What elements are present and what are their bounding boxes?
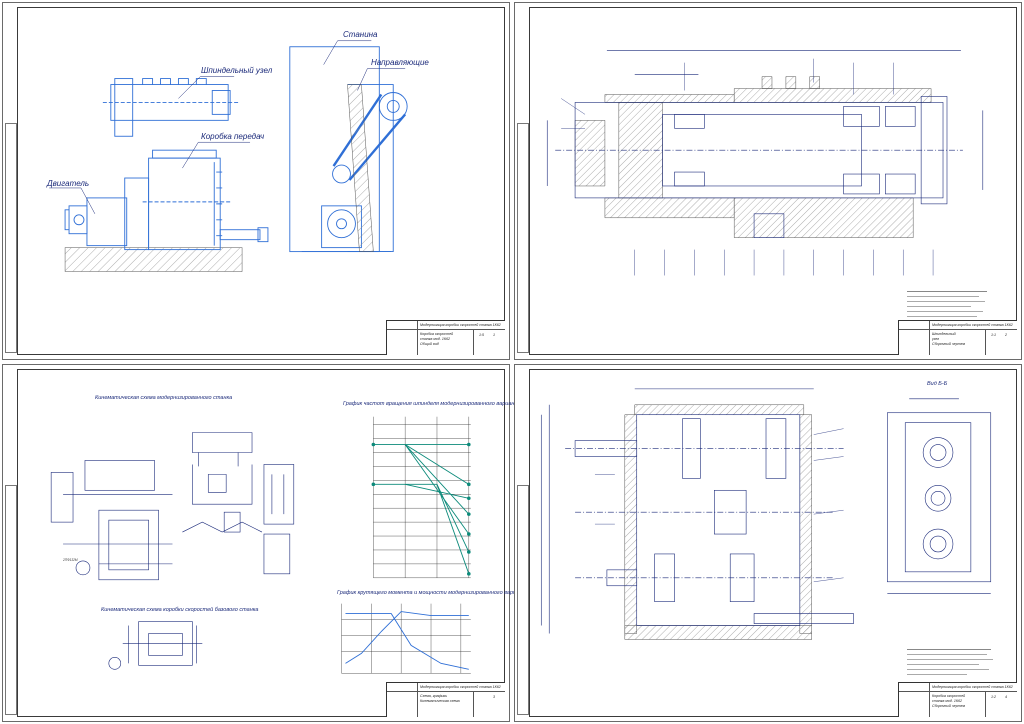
label-guides: Направляющие: [371, 58, 429, 67]
title-block-doc: Модернизация коробки скоростей станка 1К…: [420, 323, 501, 327]
base-scheme-title: Кинематическая схема коробки скоростей б…: [101, 607, 259, 613]
label-motor: Двигатель: [47, 179, 90, 188]
label-bed: Станина: [343, 30, 378, 39]
sheet-side-strip: [5, 123, 17, 353]
kinematics-drawing: [50, 416, 471, 674]
title-block: Модернизация коробки скоростей станка 1К…: [386, 320, 505, 355]
kinematic-scheme-title: Кинематическая схема модернизированного …: [95, 395, 233, 401]
sheet-spindle-unit: Модернизация коробки скоростей станка 1К…: [514, 2, 1022, 360]
torque-graph-title: График крутящего момента и мощности моде…: [337, 590, 530, 596]
title-block-name-3: Сборочный чертеж: [932, 342, 966, 346]
technical-notes: [907, 649, 993, 676]
motor-label: 2ПФ132М: [63, 558, 78, 562]
title-block-name-2: Кинематическая схема: [420, 699, 460, 703]
section-view-label: Вид Б-Б: [927, 381, 948, 387]
title-block-name-2: станка мод. 1К62: [420, 337, 450, 341]
sheet-general-view: Шпиндельный узел Коробка передач Двигате…: [2, 2, 510, 360]
title-block-name-2: узел: [932, 337, 940, 341]
title-block: Модернизация коробки скоростей станка 1К…: [898, 682, 1017, 717]
title-block-scale: 1:1: [991, 333, 996, 337]
speed-graph-title: График частот вращения шпинделя модерниз…: [343, 401, 535, 407]
title-block-name-3: Общий вид: [420, 342, 439, 346]
sheet-side-strip: [5, 485, 17, 715]
technical-notes: [907, 291, 987, 318]
title-block-name-1: Коробка скоростей: [420, 332, 454, 336]
title-block-doc: Модернизация коробки скоростей станка 1К…: [420, 685, 501, 689]
title-block-doc: Модернизация коробки скоростей станка 1К…: [932, 323, 1013, 327]
title-block-sheet: 4: [1005, 695, 1007, 699]
title-block-name-2: станка мод. 1К62: [932, 699, 962, 703]
title-block-sheet: 3: [493, 695, 495, 699]
title-block-name-1: Шпиндельный: [932, 332, 956, 336]
title-block-sheet: 1: [493, 333, 495, 337]
sheet-side-strip: [517, 123, 529, 353]
label-gearbox: Коробка передач: [201, 132, 265, 141]
title-block-sheet: 2: [1005, 333, 1007, 337]
title-block-name-1: Коробка скоростей: [932, 694, 966, 698]
title-block: Модернизация коробки скоростей станка 1К…: [898, 320, 1017, 355]
sheet-side-strip: [517, 485, 529, 715]
label-spindle-unit: Шпиндельный узел: [201, 66, 273, 75]
title-block-scale: 1:5: [479, 333, 484, 337]
title-block-doc: Модернизация коробки скоростей станка 1К…: [932, 685, 1013, 689]
sheet-gearbox-assembly: Вид Б-Б Модернизация коробки скоростей с…: [514, 364, 1022, 722]
title-block-scale: 1:2: [991, 695, 996, 699]
sheet-kinematics: Кинематическая схема модернизированного …: [2, 364, 534, 722]
title-block-name-3: Сборочный чертеж: [932, 704, 966, 708]
title-block-name-1: Схема, графики: [420, 694, 448, 698]
title-block: Модернизация коробки скоростей станка 1К…: [386, 682, 505, 717]
